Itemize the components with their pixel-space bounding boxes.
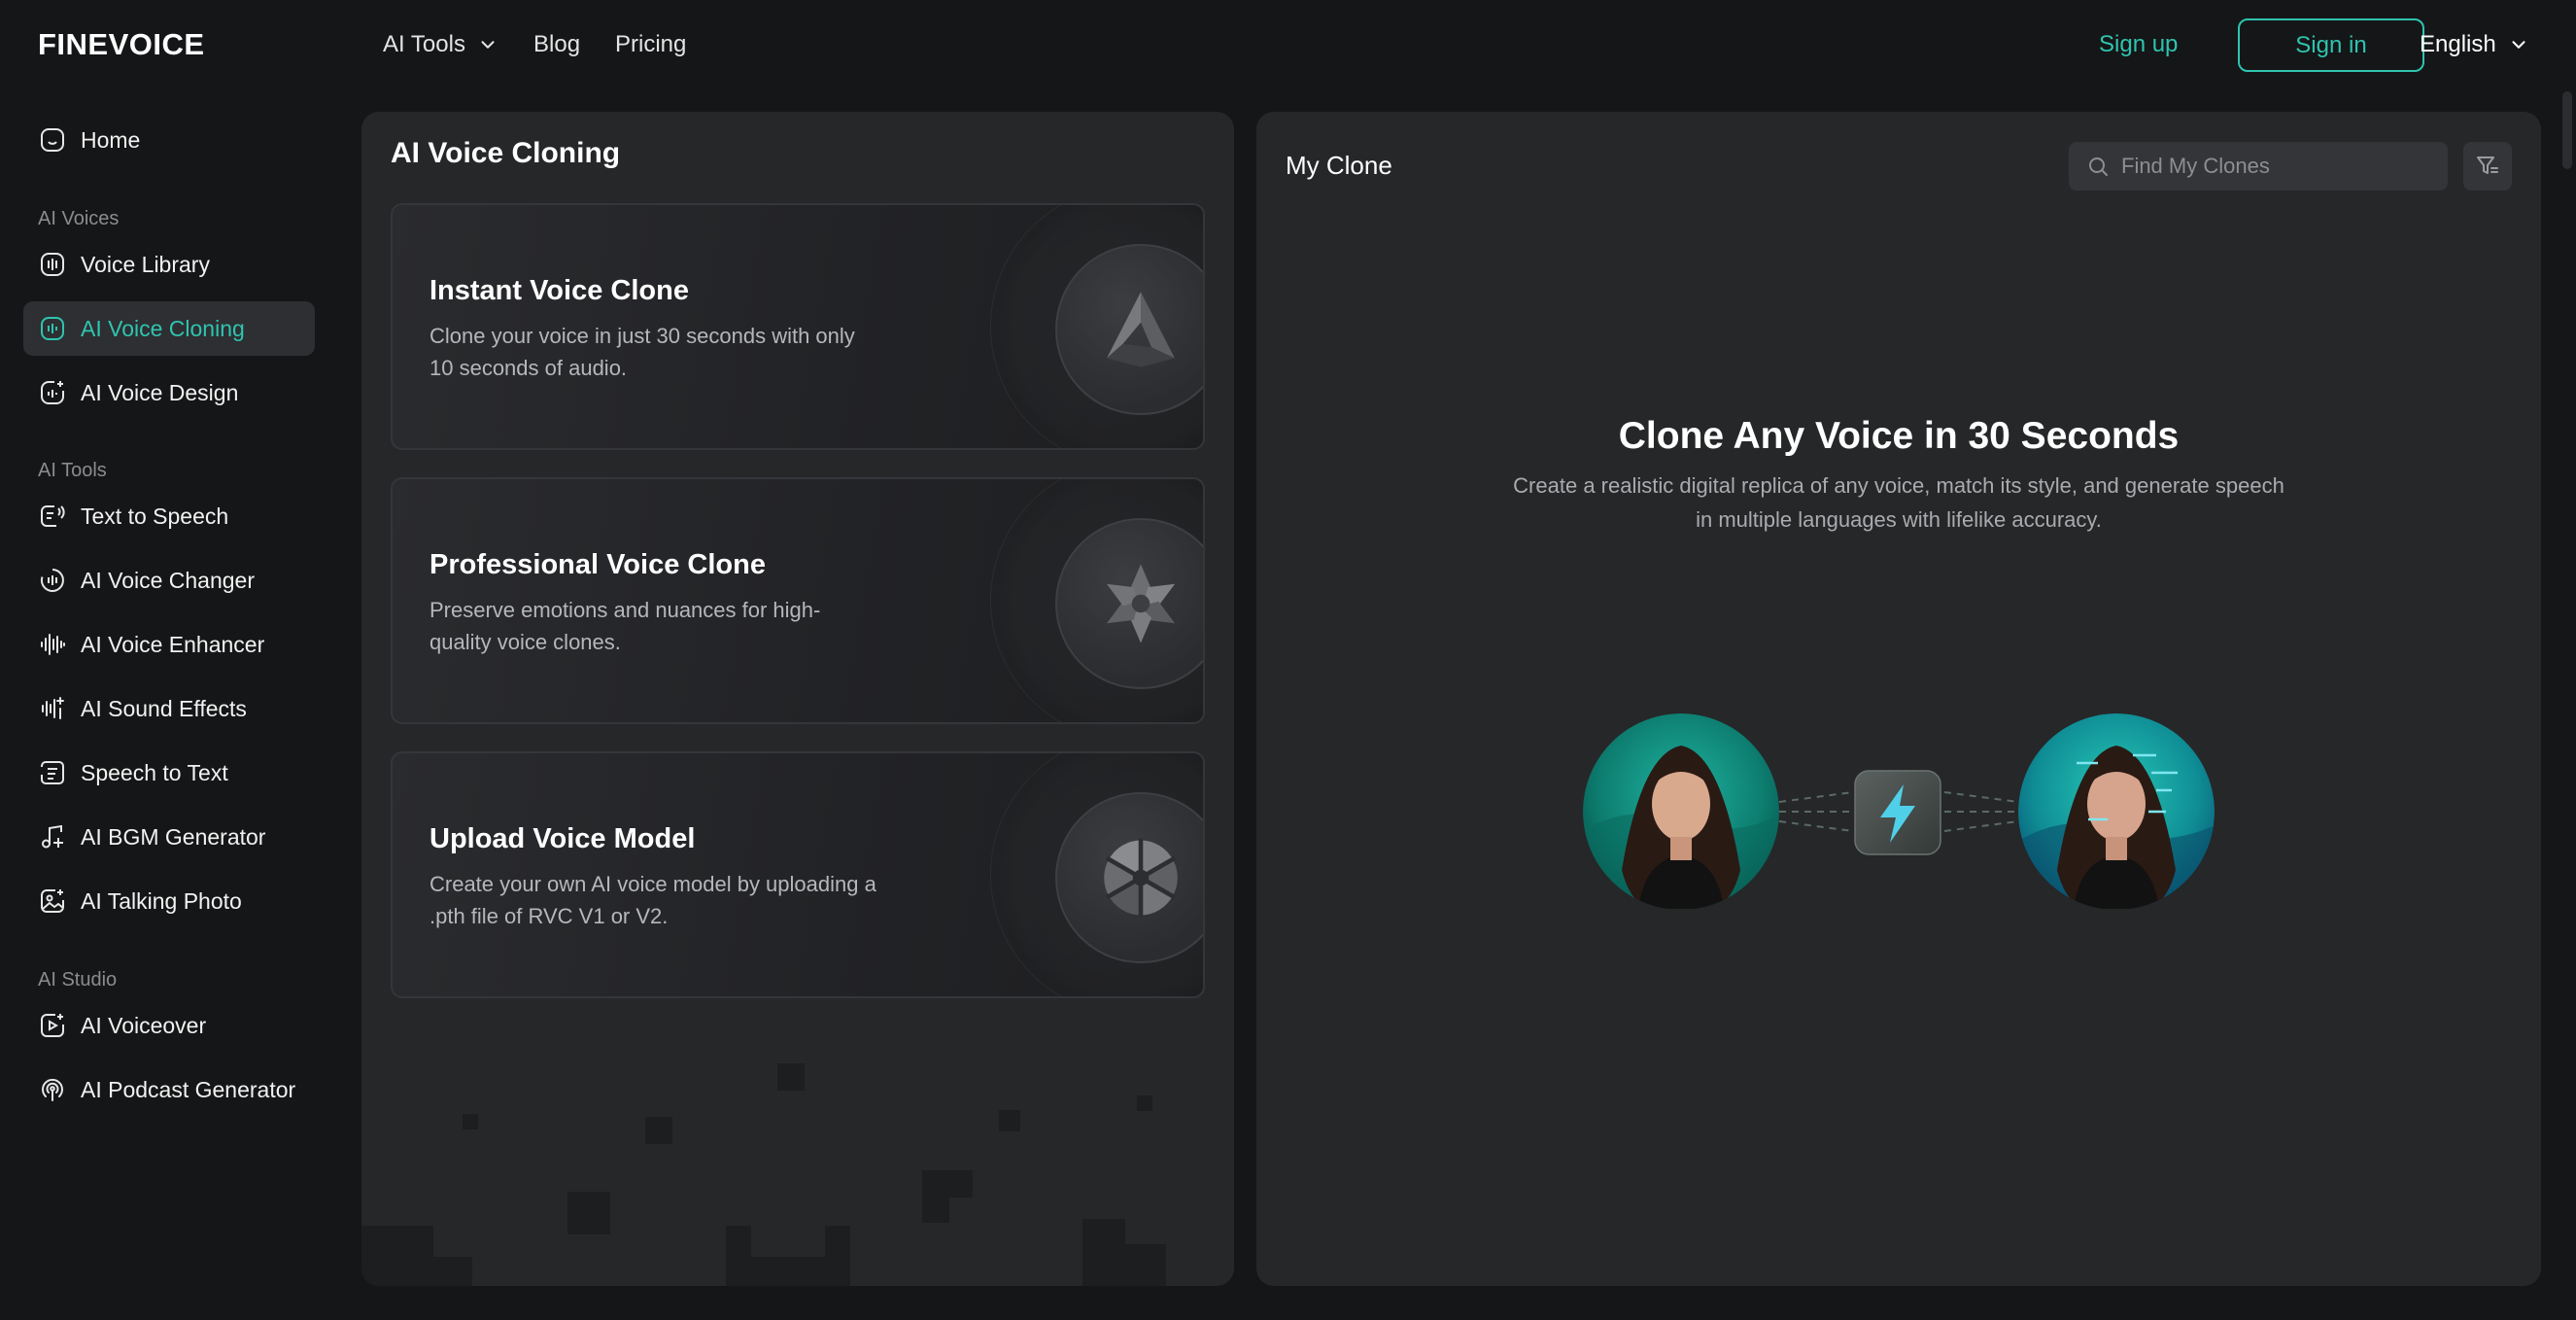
decor-pixel [567,1192,610,1234]
sidebar-item-label: AI Podcast Generator [81,1076,296,1102]
sidebar-item-voice-library[interactable]: Voice Library [23,237,315,292]
sidebar-item-label: AI Talking Photo [81,887,242,914]
pinwheel-icon [1104,838,1178,918]
card-description: Clone your voice in just 30 seconds with… [429,324,855,380]
decor-pixel [999,1110,1020,1131]
decor-pixel [922,1198,949,1223]
triangle-logo-icon [1107,292,1175,367]
sidebar-item-label: Voice Library [81,251,210,277]
sidebar-item-ai-voice-enhancer[interactable]: AI Voice Enhancer [23,617,315,672]
sound-effects-icon [42,697,64,719]
music-note-icon [42,824,63,849]
sidebar-section-ai-voices: AI Voices [38,208,120,229]
find-clones-search[interactable] [2069,142,2448,191]
decor-pixel [400,1257,472,1286]
voice-cloning-panel: AI Voice Cloning Instant Voice Clone Clo… [361,112,1234,1286]
sidebar-item-label: AI Voice Design [81,379,239,405]
sidebar-item-ai-voiceover[interactable]: AI Voiceover [23,998,315,1053]
sidebar-section-ai-studio: AI Studio [38,969,118,990]
sidebar-item-ai-talking-photo[interactable]: AI Talking Photo [23,874,315,928]
sidebar-item-ai-sound-effects[interactable]: AI Sound Effects [23,681,315,736]
nav-ai-tools-dropdown[interactable]: AI Tools [383,31,498,58]
hero-title: Clone Any Voice in 30 Seconds [1618,415,2180,457]
waveform-icon [41,634,65,655]
decor-pixel [1137,1095,1152,1111]
sign-up-link[interactable]: Sign up [2099,31,2178,58]
decor-pixel [825,1226,850,1286]
sidebar-item-label: Home [81,126,141,153]
nav-blog-link[interactable]: Blog [533,31,580,58]
filter-button[interactable] [2463,142,2512,191]
sidebar-item-ai-voice-design[interactable]: AI Voice Design [23,365,315,420]
speech-to-text-icon [41,761,64,784]
sidebar-item-ai-voice-cloning[interactable]: AI Voice Cloning [23,301,315,356]
play-video-icon [41,1014,64,1037]
my-clone-panel: My Clone Clone Any Voice in 30 Seconds C… [1256,112,2541,1286]
chevron-down-icon [2512,41,2525,49]
sidebar-section-ai-tools: AI Tools [38,460,107,481]
flower-star-icon [1106,564,1176,643]
language-selector[interactable]: English [2420,31,2529,58]
scrollbar-thumb[interactable] [2562,91,2572,169]
sidebar-item-ai-voice-changer[interactable]: AI Voice Changer [23,553,315,608]
language-label: English [2420,31,2496,57]
library-icon [41,253,64,276]
panel-title: AI Voice Cloning [391,137,621,169]
filter-icon [2477,156,2498,174]
home-icon [41,128,64,152]
voice-clone-illustration [1583,713,2215,909]
sidebar-item-label: Text to Speech [81,503,229,529]
sidebar-item-home[interactable]: Home [23,113,315,167]
sidebar-item-label: Speech to Text [81,759,228,785]
sidebar-item-label: AI Voiceover [81,1012,207,1038]
decor-pixel [645,1117,672,1144]
sidebar: Home AI Voices Voice Library AI Voice Cl… [0,89,340,1320]
nav-pricing-link[interactable]: Pricing [615,31,686,58]
sidebar-item-ai-podcast-generator[interactable]: AI Podcast Generator [23,1062,315,1117]
voice-changer-icon [40,569,64,592]
top-navigation: FINEVOICE AI Tools Blog Pricing Sign up … [0,0,2576,89]
decor-pixel [777,1063,805,1091]
page-scrollbar[interactable] [2559,89,2576,1320]
hero-description: Create a realistic digital replica of an… [1513,473,2284,532]
card-title: Upload Voice Model [429,823,696,854]
chevron-down-icon [481,41,495,49]
sign-in-button[interactable]: Sign in [2238,18,2424,72]
sidebar-item-label: AI Voice Cloning [81,315,245,341]
decor-pixel [726,1226,751,1286]
decor-pixel [922,1170,973,1198]
photo-icon [41,889,64,913]
decor-pixel [751,1257,825,1286]
sidebar-item-label: AI Sound Effects [81,695,247,721]
professional-voice-clone-card[interactable]: Professional Voice Clone Preserve emotio… [391,477,1205,724]
podcast-icon [42,1078,63,1101]
sidebar-item-ai-bgm-generator[interactable]: AI BGM Generator [23,810,315,864]
sidebar-item-label: AI Voice Changer [81,567,256,593]
search-icon [2089,157,2108,176]
cloned-voice-avatar [2018,713,2215,909]
sidebar-item-speech-to-text[interactable]: Speech to Text [23,746,315,800]
decor-pixel [463,1114,478,1129]
card-description: Create your own AI voice model by upload… [429,872,876,928]
decor-pixel [1082,1219,1125,1286]
my-clone-title: My Clone [1286,151,1392,180]
search-input[interactable] [2121,154,2432,179]
card-title: Instant Voice Clone [429,275,689,306]
decor-pixel [1125,1244,1166,1286]
voice-cloning-icon [41,317,64,340]
brand-logo[interactable]: FINEVOICE [38,27,205,62]
voice-design-icon [41,381,64,404]
text-to-speech-icon [41,505,65,527]
nav-ai-tools-label: AI Tools [383,31,465,57]
card-description: Preserve emotions and nuances for high-q… [429,598,821,654]
sidebar-item-text-to-speech[interactable]: Text to Speech [23,489,315,543]
upload-voice-model-card[interactable]: Upload Voice Model Create your own AI vo… [391,751,1205,998]
original-voice-avatar [1583,713,1779,909]
card-title: Professional Voice Clone [429,549,766,580]
instant-voice-clone-card[interactable]: Instant Voice Clone Clone your voice in … [391,203,1205,450]
sidebar-item-label: AI Voice Enhancer [81,631,265,657]
sidebar-item-label: AI BGM Generator [81,823,266,850]
